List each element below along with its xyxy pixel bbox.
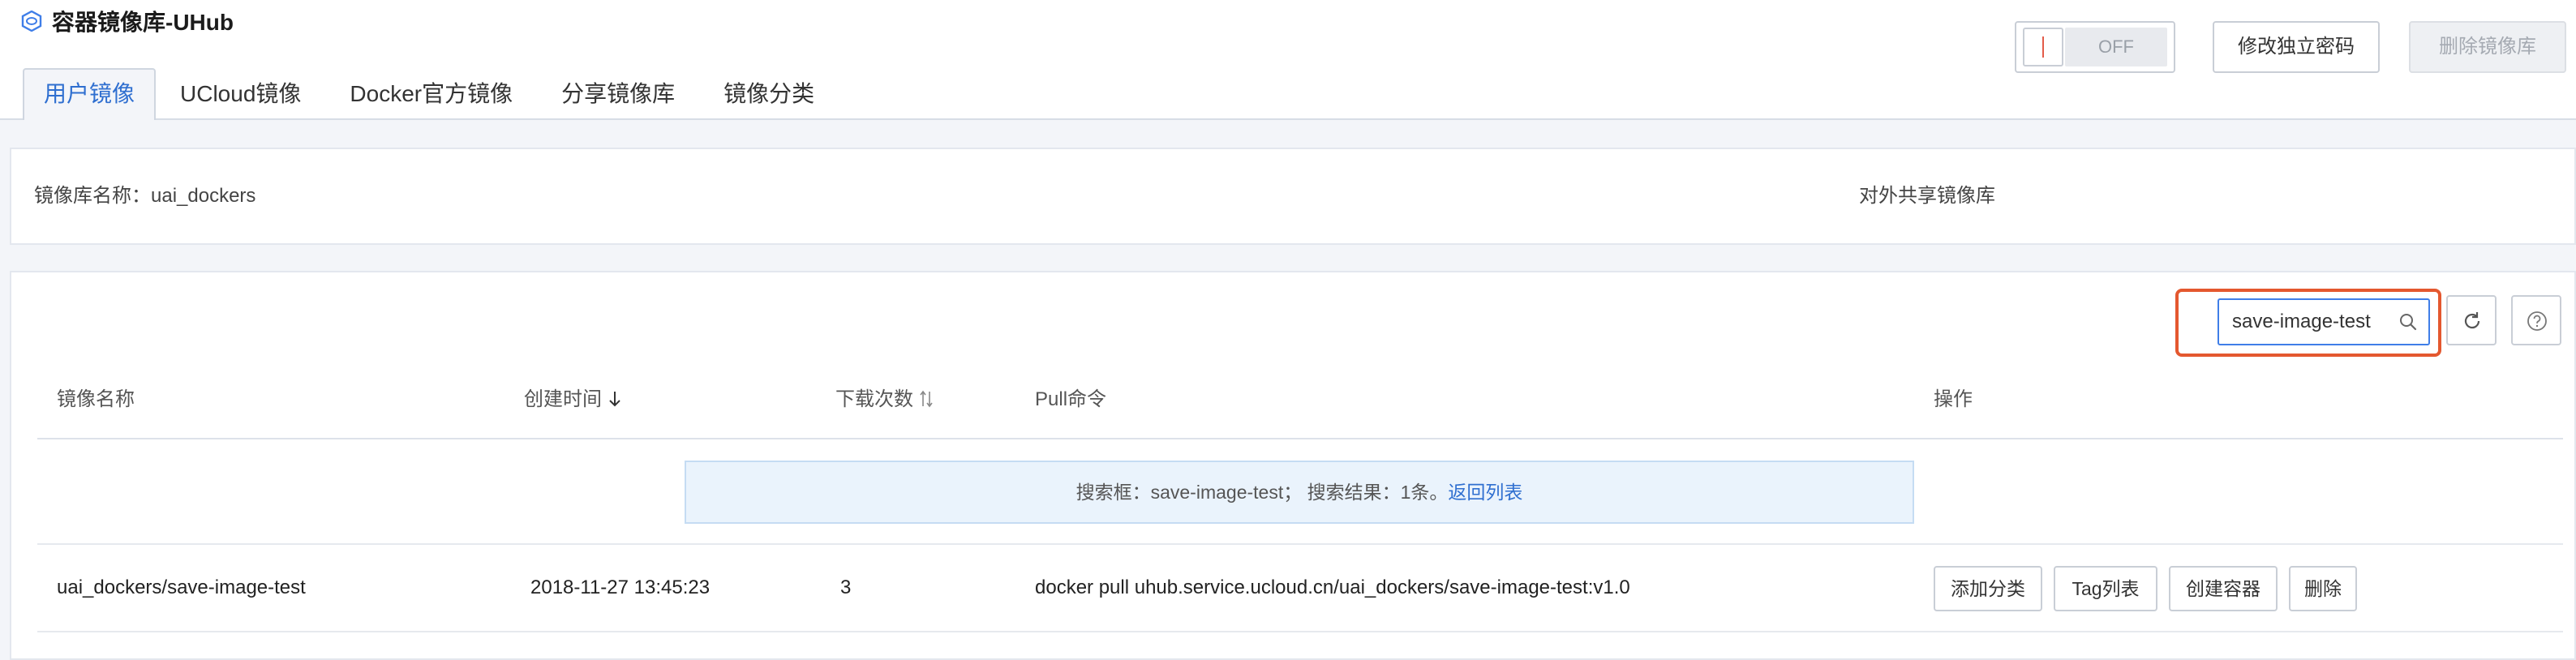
created-time-cell: 2018-11-27 13:45:23 (530, 576, 711, 598)
image-name-cell: uai_dockers/save-image-test (57, 576, 306, 598)
back-to-list-link[interactable]: 返回列表 (1448, 482, 1522, 503)
page-title: 容器镜像库-UHub (21, 5, 234, 37)
toggle-state-label: OFF (2065, 28, 2167, 66)
search-result-notice: 搜索框：save-image-test； 搜索结果：1条。返回列表 (685, 461, 1914, 524)
column-header-created-label: 创建时间 (524, 388, 602, 410)
sort-desc-icon[interactable] (608, 388, 622, 410)
search-result-text: 搜索框：save-image-test； 搜索结果：1条。 (1075, 482, 1449, 503)
row-divider (37, 543, 2563, 545)
add-category-button[interactable]: 添加分类 (1934, 566, 2042, 611)
search-icon[interactable] (2398, 311, 2419, 332)
tab-user-images[interactable]: 用户镜像 (23, 68, 157, 120)
help-button[interactable] (2511, 295, 2561, 345)
help-icon (2527, 311, 2547, 331)
tab-ucloud-images[interactable]: UCloud镜像 (156, 70, 325, 118)
search-field[interactable] (2218, 298, 2430, 345)
toggle-knob (2023, 28, 2063, 66)
column-header-created[interactable]: 创建时间 (524, 379, 622, 420)
column-header-actions: 操作 (1934, 388, 1973, 410)
share-repo-label: 对外共享镜像库 (1859, 185, 1995, 207)
column-header-pull: Pull命令 (1035, 388, 1107, 410)
top-bar: 容器镜像库-UHub 用户镜像 UCloud镜像 Docker官方镜像 分享镜像… (0, 0, 2576, 120)
page-title-text: 容器镜像库-UHub (52, 10, 234, 35)
refresh-button[interactable] (2446, 295, 2497, 345)
pull-command-cell: docker pull uhub.service.ucloud.cn/uai_d… (1035, 576, 1630, 598)
column-header-downloads-label: 下载次数 (835, 388, 913, 410)
column-header-downloads[interactable]: 下载次数 (835, 379, 934, 420)
table-header-divider (37, 438, 2563, 439)
uhub-logo-icon (21, 10, 42, 32)
column-header-name: 镜像名称 (57, 388, 135, 410)
tab-docker-official-images[interactable]: Docker官方镜像 (325, 70, 537, 118)
refresh-icon (2464, 312, 2480, 329)
repo-name-label: 镜像库名称：uai_dockers (34, 185, 256, 207)
downloads-cell: 3 (840, 576, 852, 598)
row-divider (37, 631, 2563, 632)
delete-repo-button[interactable]: 删除镜像库 (2409, 21, 2566, 73)
repo-info-panel: 镜像库名称：uai_dockers 对外共享镜像库 (10, 148, 2576, 245)
tab-shared-repos[interactable]: 分享镜像库 (537, 70, 699, 118)
tab-image-categories[interactable]: 镜像分类 (699, 70, 839, 118)
sort-icon[interactable] (919, 388, 934, 410)
change-password-button[interactable]: 修改独立密码 (2213, 21, 2380, 73)
tag-list-button[interactable]: Tag列表 (2054, 566, 2157, 611)
tab-bar: 用户镜像 UCloud镜像 Docker官方镜像 分享镜像库 镜像分类 (23, 68, 839, 120)
create-container-button[interactable]: 创建容器 (2169, 566, 2278, 611)
share-toggle[interactable]: OFF (2015, 21, 2175, 73)
delete-image-button[interactable]: 删除 (2289, 566, 2357, 611)
search-input[interactable] (2219, 300, 2402, 344)
